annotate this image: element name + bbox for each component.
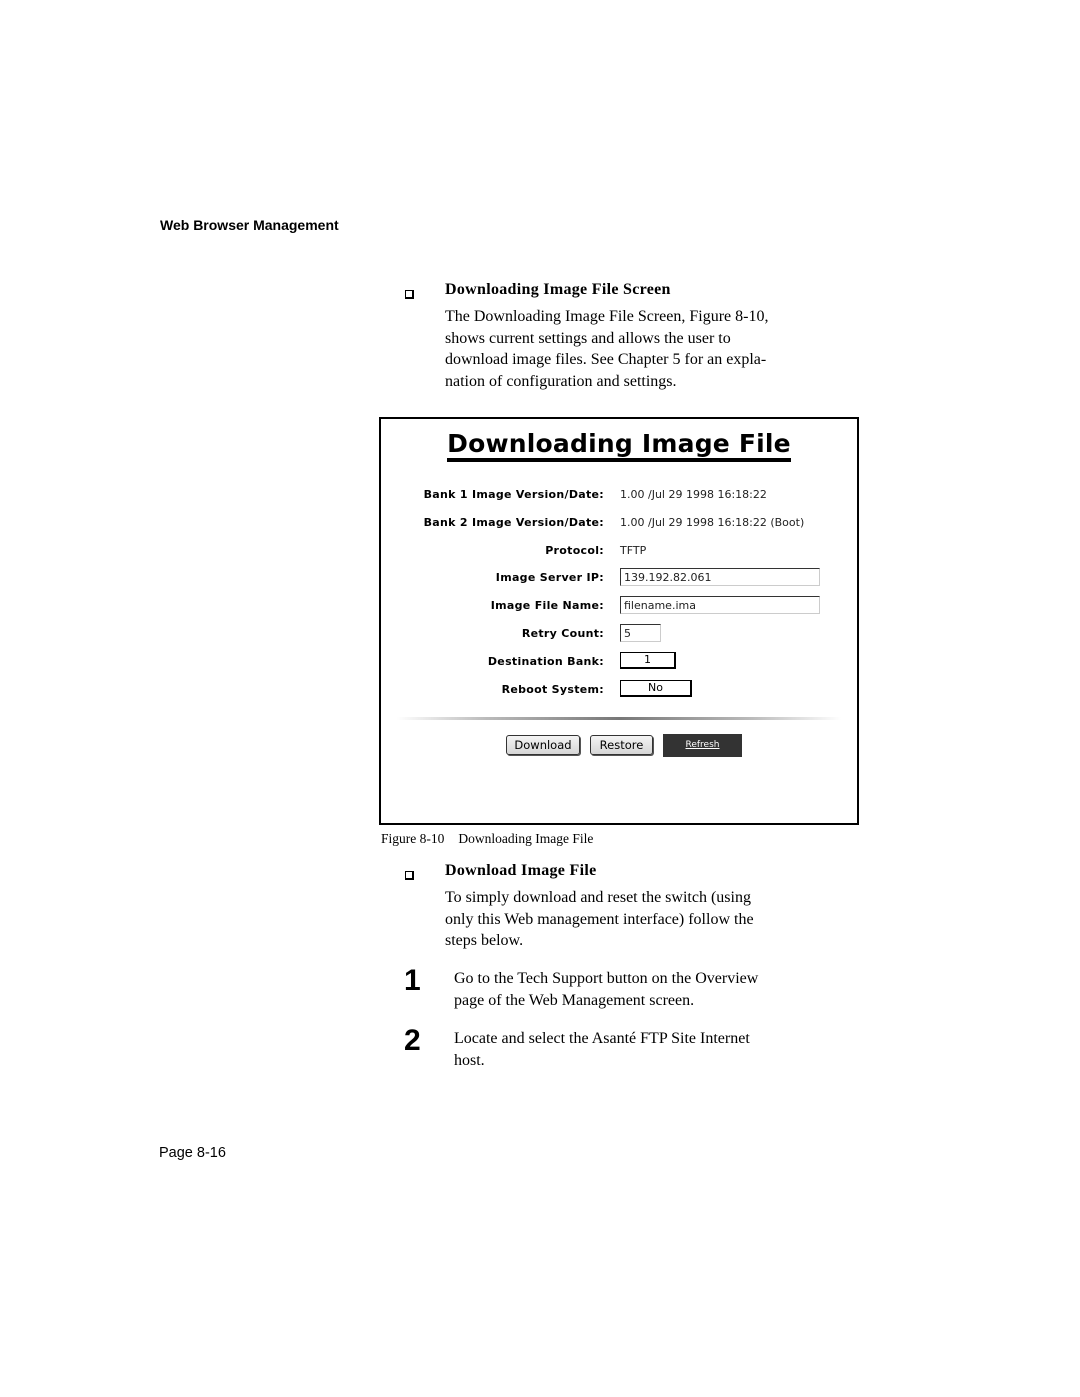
step-text: Locate and select the Asanté FTP Site In… bbox=[454, 1028, 854, 1071]
retry-count-label: Retry Count: bbox=[521, 627, 604, 640]
paragraph-line: download image files. See Chapter 5 for … bbox=[445, 351, 767, 368]
bank2-row: Bank 2 Image Version/Date: 1.00 /Jul 29 … bbox=[381, 513, 857, 533]
restore-button[interactable]: Restore bbox=[590, 735, 653, 755]
reboot-row: Reboot System: No bbox=[381, 680, 857, 700]
checkbox-bullet-icon bbox=[405, 286, 414, 304]
paragraph-line: To simply download and reset the switch … bbox=[445, 889, 751, 906]
step-number: 1 bbox=[404, 964, 421, 997]
file-name-input[interactable] bbox=[620, 596, 820, 614]
refresh-button[interactable]: Refresh bbox=[663, 734, 742, 757]
retry-count-input[interactable] bbox=[620, 624, 661, 642]
protocol-label: Protocol: bbox=[545, 544, 604, 557]
section1-paragraph: The Downloading Image File Screen, Figur… bbox=[445, 306, 845, 392]
paragraph-line: The Downloading Image File Screen, Figur… bbox=[445, 308, 769, 325]
checkbox-bullet-icon bbox=[405, 867, 414, 885]
section-heading-downloading-screen: Downloading Image File Screen bbox=[445, 281, 671, 298]
caption-number: Figure 8-10 bbox=[381, 831, 445, 846]
paragraph-line: nation of configuration and settings. bbox=[445, 372, 677, 390]
figure-caption: Figure 8-10 Downloading Image File bbox=[381, 831, 593, 847]
server-ip-input[interactable] bbox=[620, 568, 820, 586]
dest-bank-row: Destination Bank: 1 bbox=[381, 652, 857, 672]
step-text: Go to the Tech Support button on the Ove… bbox=[454, 968, 854, 1011]
download-button[interactable]: Download bbox=[506, 735, 580, 755]
dest-bank-label: Destination Bank: bbox=[487, 655, 604, 668]
figure-screenshot: Downloading Image File Bank 1 Image Vers… bbox=[379, 417, 859, 825]
reboot-label: Reboot System: bbox=[501, 683, 604, 696]
file-name-row: Image File Name: bbox=[381, 596, 857, 616]
paragraph-line: only this Web management interface) foll… bbox=[445, 910, 754, 928]
paragraph-line: shows current settings and allows the us… bbox=[445, 329, 731, 347]
step-line: Go to the Tech Support button on the Ove… bbox=[454, 970, 759, 987]
server-ip-row: Image Server IP: bbox=[381, 568, 857, 588]
file-name-label: Image File Name: bbox=[490, 599, 604, 612]
step-line: host. bbox=[454, 1051, 485, 1069]
bank1-value: 1.00 /Jul 29 1998 16:18:22 bbox=[620, 488, 767, 501]
bank2-label: Bank 2 Image Version/Date: bbox=[423, 516, 604, 529]
bank1-row: Bank 1 Image Version/Date: 1.00 /Jul 29 … bbox=[381, 485, 857, 505]
protocol-value: TFTP bbox=[620, 544, 647, 557]
retry-count-row: Retry Count: bbox=[381, 624, 857, 644]
protocol-row: Protocol: TFTP bbox=[381, 541, 857, 561]
divider bbox=[397, 717, 841, 720]
bank1-label: Bank 1 Image Version/Date: bbox=[423, 488, 604, 501]
figure-title: Downloading Image File bbox=[381, 429, 857, 462]
step-line: page of the Web Management screen. bbox=[454, 991, 695, 1009]
paragraph-line: steps below. bbox=[445, 932, 524, 949]
caption-text: Downloading Image File bbox=[458, 831, 594, 846]
section2-paragraph: To simply download and reset the switch … bbox=[445, 887, 845, 952]
section-heading-download-image-file: Download Image File bbox=[445, 862, 597, 879]
dest-bank-select[interactable]: 1 bbox=[620, 652, 676, 669]
step-line: Locate and select the Asanté FTP Site In… bbox=[454, 1030, 750, 1047]
running-header: Web Browser Management bbox=[160, 217, 339, 233]
bank2-value: 1.00 /Jul 29 1998 16:18:22 (Boot) bbox=[620, 516, 805, 529]
server-ip-label: Image Server IP: bbox=[495, 571, 604, 584]
page-number: Page 8-16 bbox=[159, 1145, 226, 1161]
step-number: 2 bbox=[404, 1024, 421, 1057]
reboot-select[interactable]: No bbox=[620, 680, 692, 697]
